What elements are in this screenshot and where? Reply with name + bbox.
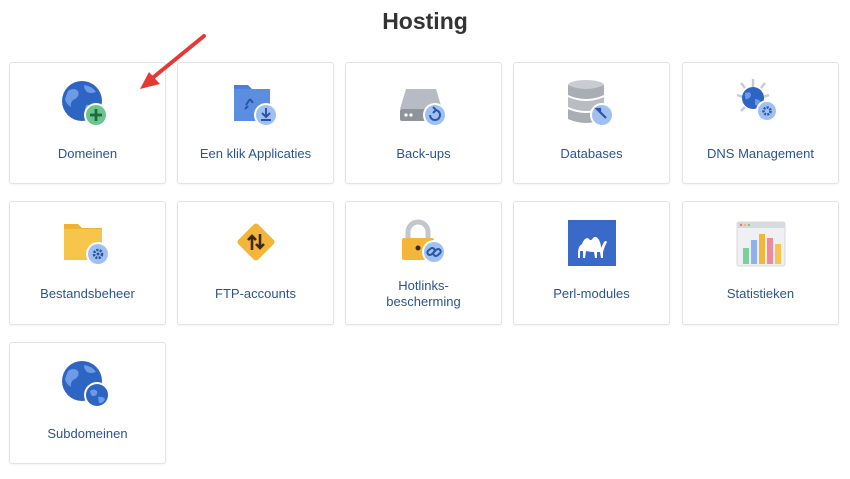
tile-label-line1: Hotlinks- bbox=[398, 278, 449, 293]
tile-statistieken[interactable]: Statistieken bbox=[682, 201, 839, 325]
tile-label: Databases bbox=[560, 146, 623, 161]
folder-download-icon bbox=[226, 77, 286, 133]
hard-drive-restore-icon bbox=[394, 77, 454, 133]
page-title: Hosting bbox=[382, 8, 468, 34]
globe-gear-icon bbox=[731, 77, 791, 133]
tile-label: FTP-accounts bbox=[215, 286, 296, 301]
tile-label: Subdomeinen bbox=[47, 426, 128, 441]
globe-subdomain-icon bbox=[58, 357, 118, 413]
tile-label: Domeinen bbox=[57, 146, 118, 161]
tile-subdomeinen[interactable]: Subdomeinen bbox=[9, 342, 166, 464]
tile-label: Hotlinks- bescherming bbox=[350, 278, 497, 310]
tile-label: Back-ups bbox=[396, 146, 451, 161]
tile-bestandsbeheer[interactable]: Bestandsbeheer bbox=[9, 201, 166, 325]
tile-label: DNS Management bbox=[707, 146, 814, 161]
transfer-arrows-icon bbox=[226, 218, 286, 274]
database-icon bbox=[562, 77, 622, 133]
tile-label: Statistieken bbox=[726, 286, 795, 301]
tile-label: Een klik Applicaties bbox=[199, 146, 312, 161]
tile-label: Bestandsbeheer bbox=[40, 286, 135, 301]
tile-hotlinks-bescherming[interactable]: Hotlinks- bescherming bbox=[345, 201, 502, 325]
camel-icon bbox=[562, 218, 622, 274]
tile-label: Perl-modules bbox=[553, 286, 630, 301]
tile-dns-management[interactable]: DNS Management bbox=[682, 62, 839, 184]
globe-plus-icon bbox=[58, 77, 118, 133]
tile-label-line2: bescherming bbox=[386, 294, 461, 309]
tile-back-ups[interactable]: Back-ups bbox=[345, 62, 502, 184]
lock-link-icon bbox=[394, 218, 454, 274]
tile-perl-modules[interactable]: Perl-modules bbox=[513, 201, 670, 325]
annotation-arrow-icon bbox=[140, 34, 206, 89]
bar-chart-icon bbox=[731, 218, 791, 274]
tile-ftp-accounts[interactable]: FTP-accounts bbox=[177, 201, 334, 325]
folder-gear-icon bbox=[58, 218, 118, 274]
tile-databases[interactable]: Databases bbox=[513, 62, 670, 184]
